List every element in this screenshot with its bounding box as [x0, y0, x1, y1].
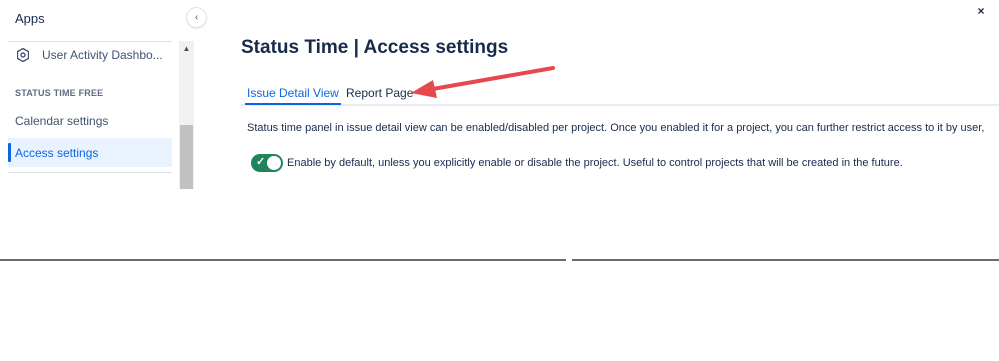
collapse-sidebar-button[interactable]: ‹ — [187, 8, 206, 27]
check-icon: ✓ — [256, 156, 266, 168]
sidebar-scrollbar[interactable]: ▲ — [179, 41, 194, 189]
description-text: Status time panel in issue detail view c… — [247, 122, 985, 134]
divider-line — [572, 259, 999, 261]
page-title: Status Time | Access settings — [241, 37, 509, 58]
sidebar: Apps User Activity Dashbo... STATUS TIME… — [0, 0, 196, 190]
toggle-knob — [267, 156, 281, 170]
sidebar-app-label: User Activity Dashbo... — [42, 48, 163, 62]
tab-report-page[interactable]: Report Page — [346, 86, 413, 100]
toggle-label: Enable by default, unless you explicitly… — [287, 157, 903, 169]
divider-line — [0, 259, 566, 261]
annotation-arrow — [411, 66, 555, 98]
sidebar-divider — [8, 172, 172, 173]
close-icon: × — [977, 4, 985, 18]
close-button[interactable]: × — [974, 4, 988, 20]
scroll-up-arrow-icon[interactable]: ▲ — [179, 41, 194, 55]
sidebar-section-title: STATUS TIME FREE — [15, 88, 104, 98]
hexagon-gear-icon — [17, 48, 29, 62]
sidebar-item-access-settings[interactable]: Access settings — [8, 138, 172, 167]
tabs-underline — [241, 104, 999, 106]
sidebar-item-label: Access settings — [15, 145, 99, 160]
chevron-left-icon: ‹ — [194, 12, 199, 23]
sidebar-item-calendar-settings[interactable]: Calendar settings — [8, 106, 172, 135]
enable-by-default-toggle[interactable]: ✓ — [251, 154, 283, 172]
tab-issue-detail-view[interactable]: Issue Detail View — [245, 86, 341, 105]
tabs: Issue Detail View Report Page — [241, 84, 999, 106]
apps-title: Apps — [15, 11, 45, 26]
sidebar-divider — [8, 41, 172, 42]
sidebar-app-user-activity-dashboard[interactable]: User Activity Dashbo... — [8, 45, 172, 65]
sidebar-item-label: Calendar settings — [15, 113, 109, 128]
scrollbar-thumb[interactable] — [180, 125, 193, 189]
